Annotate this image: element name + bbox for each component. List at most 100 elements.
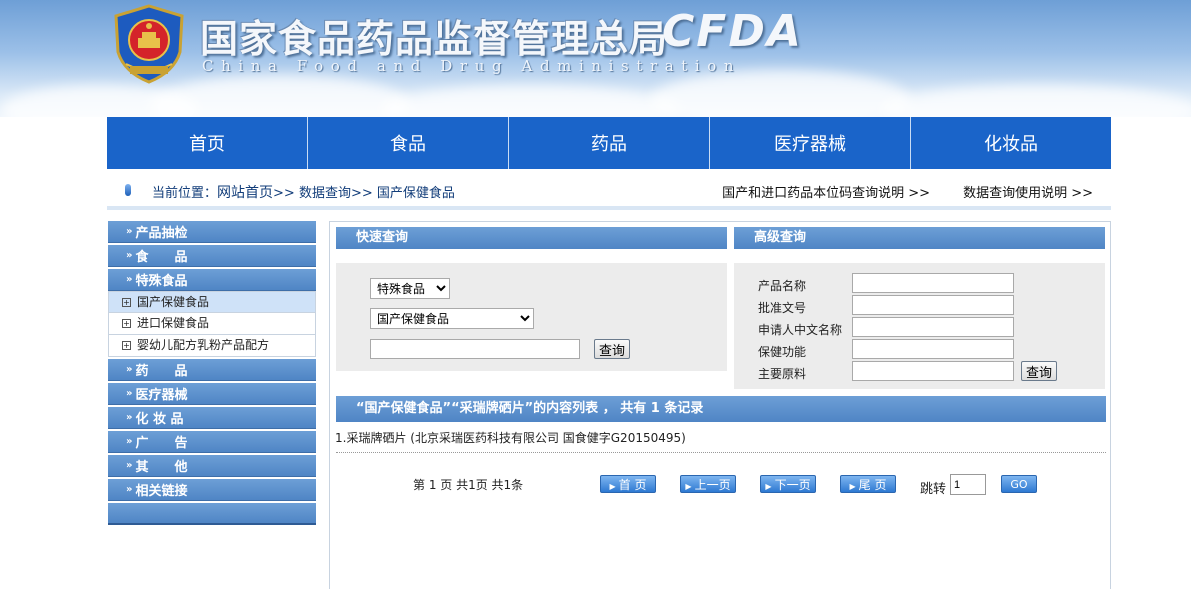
jump-page-input[interactable] — [950, 474, 986, 495]
prev-page-button[interactable]: ▶ 上一页 — [680, 475, 736, 493]
quick-search-button[interactable]: 查询 — [594, 339, 631, 359]
product-name-label: 产品名称 — [758, 279, 807, 293]
health-function-label: 保健功能 — [758, 345, 807, 359]
sidebar-cat-cosmetics[interactable]: » 化 妆 品 — [108, 407, 316, 429]
location-pin-icon — [125, 184, 131, 196]
approval-number-label: 批准文号 — [758, 301, 807, 315]
sidebar-cat-label: 其 他 — [135, 460, 188, 475]
first-page-button[interactable]: ▶ 首 页 — [600, 475, 656, 493]
health-function-input[interactable] — [852, 339, 1014, 359]
nav-cosmetics[interactable]: 化妆品 — [911, 117, 1111, 169]
advanced-search-panel: 产品名称 批准文号 申请人中文名称 保健功能 主要原料 查询 — [734, 263, 1105, 389]
go-button[interactable]: GO — [1001, 475, 1037, 493]
sidebar-cat-label: 食 品 — [135, 250, 188, 265]
breadcrumb-home-link[interactable]: 网站首页 — [217, 185, 273, 201]
advanced-search-button[interactable]: 查询 — [1021, 361, 1058, 381]
sidebar-cat-label: 广 告 — [135, 436, 188, 451]
double-chevron-icon: » — [126, 436, 133, 447]
breadcrumb-current[interactable]: 国产保健食品 — [377, 186, 455, 201]
double-chevron-icon: » — [126, 364, 133, 375]
double-chevron-icon: » — [126, 250, 133, 261]
double-chevron-icon: » — [126, 226, 133, 237]
nav-food[interactable]: 食品 — [308, 117, 509, 169]
national-emblem-icon — [114, 4, 184, 84]
main-ingredient-label: 主要原料 — [758, 367, 807, 381]
product-name-input[interactable] — [852, 273, 1014, 293]
header-banner: 国家食品药品监督管理总局 China Food and Drug Adminis… — [0, 0, 1191, 117]
breadcrumb-data-query-link[interactable]: 数据查询 — [299, 186, 351, 201]
sidebar-item-label: 进口保健食品 — [137, 316, 210, 330]
arrow-right-icon: ▶ — [765, 482, 772, 491]
sidebar-cat-label: 化 妆 品 — [135, 412, 184, 427]
approval-number-input[interactable] — [852, 295, 1014, 315]
pager-status: 第 1 页 共1页 共1条 — [413, 478, 524, 492]
double-chevron-icon: » — [126, 460, 133, 471]
sidebar-cat-label: 相关链接 — [135, 484, 188, 499]
sidebar-cat-label: 特殊食品 — [135, 274, 188, 289]
sidebar-special-food-subitems: + 国产保健食品 + 进口保健食品 + 婴幼儿配方乳粉产品配方 — [108, 291, 316, 357]
applicant-name-label: 申请人中文名称 — [758, 323, 843, 337]
results-header: “国产保健食品”“采瑞牌硒片”的内容列表 ， 共有 1 条记录 — [336, 396, 1106, 422]
double-chevron-icon: » — [126, 274, 133, 285]
sidebar-item-imported-health-food[interactable]: + 进口保健食品 — [108, 313, 316, 335]
expand-box-icon: + — [122, 319, 131, 328]
nav-home[interactable]: 首页 — [107, 117, 308, 169]
double-chevron-icon: » — [126, 484, 133, 495]
sidebar-item-label: 婴幼儿配方乳粉产品配方 — [137, 338, 270, 352]
expand-box-icon: + — [122, 298, 131, 307]
last-page-button[interactable]: ▶ 尾 页 — [840, 475, 896, 493]
arrow-right-icon: ▶ — [685, 482, 692, 491]
jump-label: 跳转 — [920, 482, 947, 497]
sidebar-cat-medical-device[interactable]: » 医疗器械 — [108, 383, 316, 405]
arrow-right-icon: ▶ — [849, 482, 856, 491]
double-chevron-icon: » — [126, 412, 133, 423]
sidebar-item-domestic-health-food[interactable]: + 国产保健食品 — [108, 291, 316, 313]
breadcrumb-separator: >> — [350, 186, 373, 201]
breadcrumb-prefix: 当前位置： — [152, 186, 218, 201]
main-ingredient-input[interactable] — [852, 361, 1014, 381]
advanced-search-title: 高级查询 — [734, 227, 1105, 249]
sidebar-cat-drug[interactable]: » 药 品 — [108, 359, 316, 381]
nav-drug[interactable]: 药品 — [509, 117, 710, 169]
breadcrumb-separator: >> — [273, 186, 295, 201]
sidebar-cat-other[interactable]: » 其 他 — [108, 455, 316, 477]
data-query-help-link[interactable]: 数据查询使用说明 >> — [963, 186, 1093, 201]
last-page-label: 尾 页 — [858, 478, 887, 492]
sidebar: » 产品抽检 » 食 品 » 特殊食品 + 国产保健食品 + 进口保健食品 + 婴幼儿配方乳… — [108, 221, 316, 525]
sidebar-cat-advertising[interactable]: » 广 告 — [108, 431, 316, 453]
subcategory-select[interactable]: 国产保健食品 — [370, 308, 534, 329]
sidebar-cat-label: 药 品 — [135, 364, 188, 379]
category-select[interactable]: 特殊食品 — [370, 278, 450, 299]
sidebar-cat-special-food[interactable]: » 特殊食品 — [108, 269, 316, 291]
result-divider — [336, 452, 1106, 453]
quick-search-input[interactable] — [370, 339, 580, 359]
double-chevron-icon: » — [126, 388, 133, 399]
sidebar-cat-food[interactable]: » 食 品 — [108, 245, 316, 267]
next-page-button[interactable]: ▶ 下一页 — [760, 475, 816, 493]
breadcrumb: 当前位置：网站首页>> 数据查询>> 国产保健食品 — [152, 182, 455, 202]
sidebar-item-infant-formula[interactable]: + 婴幼儿配方乳粉产品配方 — [108, 335, 316, 357]
sidebar-cat-label: 医疗器械 — [135, 388, 188, 403]
expand-box-icon: + — [122, 341, 131, 350]
sidebar-cat-related-links[interactable]: » 相关链接 — [108, 479, 316, 501]
next-page-label: 下一页 — [774, 478, 811, 492]
site-subtitle: China Food and Drug Administration — [202, 57, 742, 75]
site-title: 国家食品药品监督管理总局 — [200, 16, 669, 61]
first-page-label: 首 页 — [618, 478, 647, 492]
applicant-name-input[interactable] — [852, 317, 1014, 337]
main-content: 快速查询 特殊食品 国产保健食品 查询 高级查询 产品名称 批准文号 申请人中文… — [329, 221, 1111, 589]
quick-search-panel: 特殊食品 国产保健食品 查询 — [336, 263, 727, 371]
result-item[interactable]: 1.采瑞牌硒片 (北京采瑞医药科技有限公司 国食健字G20150495) — [335, 429, 686, 446]
arrow-right-icon: ▶ — [609, 482, 616, 491]
drug-code-help-link[interactable]: 国产和进口药品本位码查询说明 >> — [722, 186, 930, 201]
sidebar-item-label: 国产保健食品 — [137, 295, 210, 309]
cfda-logo: CFDA — [662, 6, 803, 57]
sidebar-cat-label: 产品抽检 — [135, 226, 188, 241]
nav-medical-device[interactable]: 医疗器械 — [710, 117, 911, 169]
prev-page-label: 上一页 — [694, 478, 731, 492]
sidebar-footer — [108, 503, 316, 525]
main-nav: 首页 食品 药品 医疗器械 化妆品 — [107, 117, 1111, 169]
help-links: 国产和进口药品本位码查询说明 >> 数据查询使用说明 >> — [722, 182, 1093, 201]
breadcrumb-bar: 当前位置：网站首页>> 数据查询>> 国产保健食品 国产和进口药品本位码查询说明… — [107, 176, 1111, 210]
sidebar-cat-product-check[interactable]: » 产品抽检 — [108, 221, 316, 243]
